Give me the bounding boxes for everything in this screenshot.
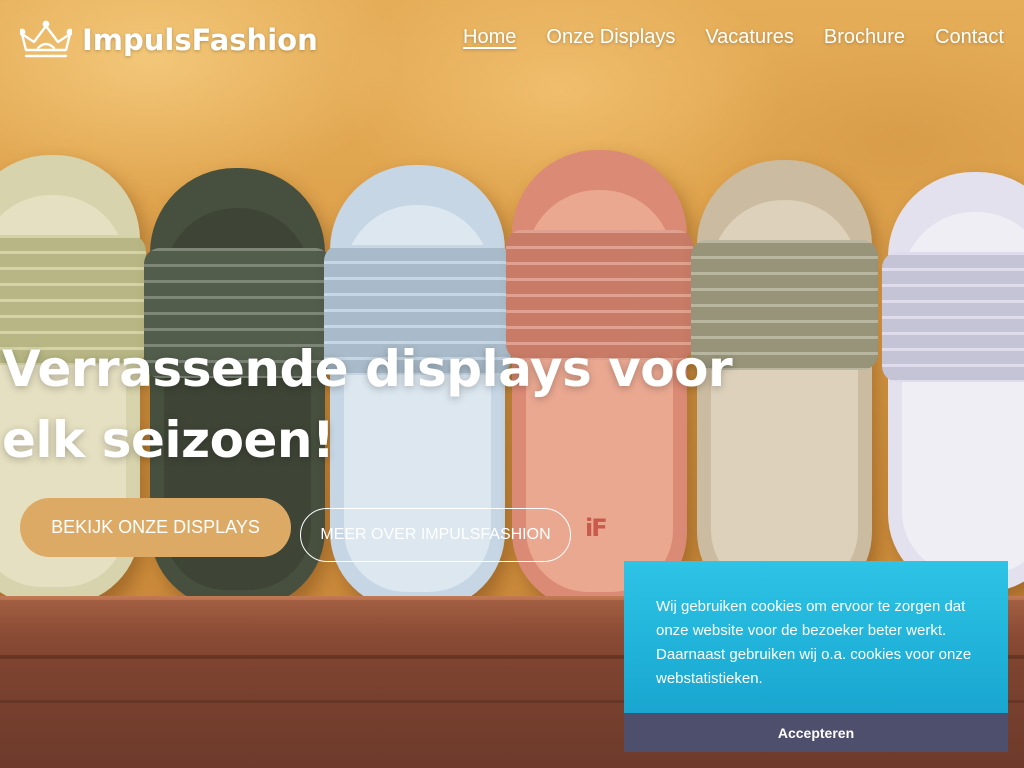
view-displays-button[interactable]: Bekijk onze displays (20, 498, 291, 557)
accept-cookies-button[interactable]: Accepteren (624, 713, 1008, 752)
logo-text: ImpulsFashion (82, 23, 318, 57)
product-logo-mark: iF (585, 514, 608, 542)
slipper-image (882, 172, 1024, 592)
nav-onze-displays[interactable]: Onze Displays (546, 26, 675, 49)
nav-contact[interactable]: Contact (935, 26, 1004, 49)
main-nav: Home Onze Displays Vacatures Brochure Co… (463, 26, 1004, 49)
about-button[interactable]: Meer over ImpulsFashion (300, 508, 571, 562)
site-logo[interactable]: ImpulsFashion (20, 18, 318, 62)
cookie-banner: Wij gebruiken cookies om ervoor te zorge… (624, 561, 1008, 752)
nav-brochure[interactable]: Brochure (824, 26, 905, 49)
hero-title: Verrassende displays voor elk seizoen! (2, 340, 733, 469)
site-header: ImpulsFashion Home Onze Displays Vacatur… (0, 0, 1024, 80)
nav-home[interactable]: Home (463, 26, 516, 49)
nav-vacatures[interactable]: Vacatures (705, 26, 794, 49)
crown-icon (20, 20, 72, 60)
cookie-text: Wij gebruiken cookies om ervoor te zorge… (656, 598, 972, 687)
